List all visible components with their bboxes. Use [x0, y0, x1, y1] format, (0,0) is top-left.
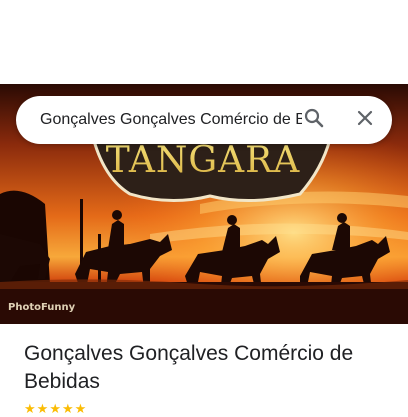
search-input[interactable]: Gonçalves Gonçalves Comércio de Bebidas	[40, 96, 302, 144]
star-icon: ★	[24, 401, 36, 416]
place-title: Gonçalves Gonçalves Comércio de Bebidas	[24, 342, 354, 393]
search-icon	[302, 106, 326, 135]
photo-watermark: PhotoFunny	[8, 302, 76, 313]
search-bar[interactable]: Gonçalves Gonçalves Comércio de Bebidas	[16, 96, 392, 144]
clear-search-button[interactable]	[349, 104, 381, 136]
star-icon: ★	[36, 401, 49, 416]
star-icon: ★	[74, 401, 87, 416]
search-button[interactable]	[298, 104, 330, 136]
sign-text: TANGARA	[106, 140, 300, 181]
rating-row[interactable]: ★ ★ ★ ★ ★	[24, 401, 91, 416]
close-icon	[353, 106, 377, 135]
star-icon: ★	[61, 401, 74, 416]
star-icon: ★	[49, 401, 61, 416]
